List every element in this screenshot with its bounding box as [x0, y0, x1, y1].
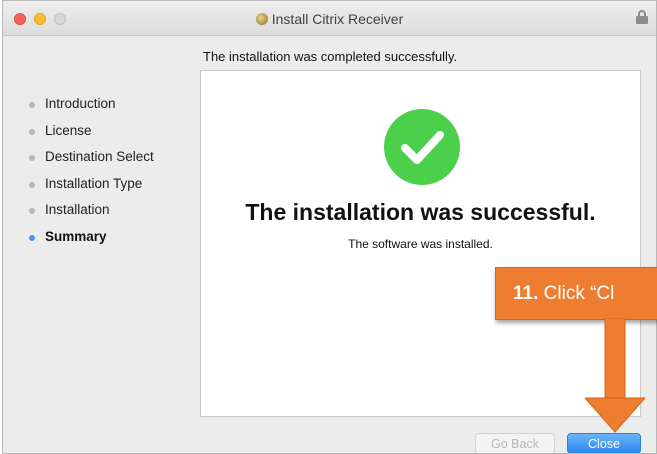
title-bar: Install Citrix Receiver	[3, 1, 656, 36]
instruction-callout: 11. Click “Cl	[495, 267, 657, 320]
go-back-button[interactable]: Go Back	[475, 433, 555, 453]
step-label: Summary	[45, 228, 107, 244]
callout-instruction: Click “Cl	[543, 283, 615, 304]
callout-text: 11. Click “Cl	[513, 282, 614, 306]
step-dot	[29, 155, 35, 161]
callout-step-number: 11.	[513, 283, 539, 304]
success-title: The installation was successful.	[245, 199, 596, 225]
step-destination-select: Destination Select	[3, 144, 193, 171]
step-label: Installation Type	[45, 175, 143, 191]
installer-steps: Introduction License Destination Select …	[3, 91, 193, 250]
close-button[interactable]: Close	[567, 433, 641, 453]
step-label: License	[45, 122, 92, 138]
arrow-down-icon	[585, 318, 645, 433]
step-dot	[29, 181, 35, 188]
lock-icon	[636, 10, 648, 24]
step-summary: Summary	[3, 224, 193, 251]
step-dot-active	[29, 234, 35, 241]
window-title-text: Install Citrix Receiver	[271, 11, 404, 27]
citrix-icon	[255, 13, 268, 25]
step-dot	[29, 128, 35, 135]
step-dot	[29, 208, 35, 214]
checkmark-circle-icon	[384, 109, 460, 185]
success-subtitle: The software was installed.	[348, 237, 493, 251]
step-label: Introduction	[45, 96, 116, 111]
summary-panel: The installation was successful. The sof…	[200, 70, 641, 417]
step-installation: Installation	[3, 197, 193, 224]
window-title: Install Citrix Receiver	[3, 10, 656, 28]
step-label: Destination Select	[45, 149, 154, 164]
step-installation-type: Installation Type	[3, 171, 193, 198]
step-dot	[29, 102, 35, 108]
step-introduction: Introduction	[3, 91, 193, 118]
installer-window: Install Citrix Receiver Introduction Lic…	[2, 0, 657, 454]
completion-header: The installation was completed successfu…	[203, 49, 458, 64]
step-label: Installation	[45, 202, 110, 217]
step-license: License	[3, 118, 193, 145]
